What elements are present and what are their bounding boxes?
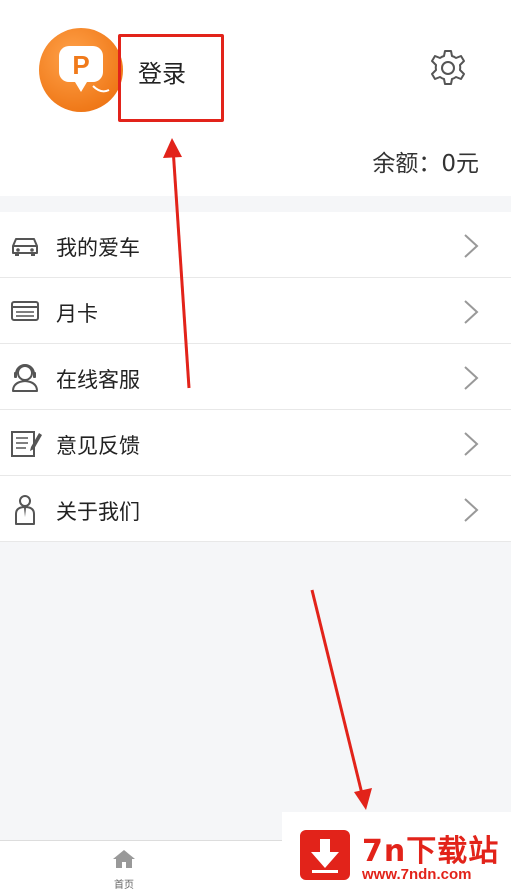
tab-home[interactable]: 首页 bbox=[108, 849, 140, 891]
customer-service-icon bbox=[12, 364, 38, 392]
feedback-icon bbox=[11, 431, 42, 457]
avatar[interactable]: P bbox=[39, 28, 123, 112]
card-icon bbox=[11, 301, 39, 321]
menu-item-about-us[interactable]: 关于我们 bbox=[0, 476, 511, 542]
chevron-right-icon bbox=[464, 498, 479, 522]
chevron-right-icon bbox=[464, 366, 479, 390]
home-icon bbox=[113, 850, 135, 868]
watermark-url: www.7ndn.com bbox=[362, 866, 472, 883]
tab-home-label: 首页 bbox=[114, 880, 134, 891]
gear-icon[interactable] bbox=[428, 48, 468, 88]
menu-list: 我的爱车 月卡 在线客服 意见反馈 关于我们 bbox=[0, 212, 511, 542]
menu-item-feedback[interactable]: 意见反馈 bbox=[0, 410, 511, 476]
menu-item-label: 在线客服 bbox=[56, 368, 140, 392]
menu-item-monthly-card[interactable]: 月卡 bbox=[0, 278, 511, 344]
download-logo-icon bbox=[300, 830, 350, 880]
svg-text:P: P bbox=[72, 50, 89, 80]
parking-logo-icon: P bbox=[59, 46, 110, 93]
profile-header: P 登录 余额：0元 bbox=[0, 0, 511, 196]
about-icon bbox=[15, 495, 35, 525]
menu-item-online-service[interactable]: 在线客服 bbox=[0, 344, 511, 410]
menu-item-label: 关于我们 bbox=[56, 500, 140, 524]
chevron-right-icon bbox=[464, 432, 479, 456]
login-button[interactable]: 登录 bbox=[138, 54, 186, 89]
menu-item-label: 我的爱车 bbox=[56, 236, 140, 260]
car-icon bbox=[12, 238, 38, 256]
balance-text: 余额：0元 bbox=[372, 151, 479, 177]
watermark-title: 7n下载站 bbox=[362, 834, 500, 869]
menu-item-label: 意见反馈 bbox=[56, 434, 140, 458]
menu-item-label: 月卡 bbox=[56, 302, 98, 326]
chevron-right-icon bbox=[464, 300, 479, 324]
chevron-right-icon bbox=[464, 234, 479, 258]
menu-item-my-car[interactable]: 我的爱车 bbox=[0, 212, 511, 278]
watermark: 7n下载站 www.7ndn.com bbox=[282, 812, 511, 896]
